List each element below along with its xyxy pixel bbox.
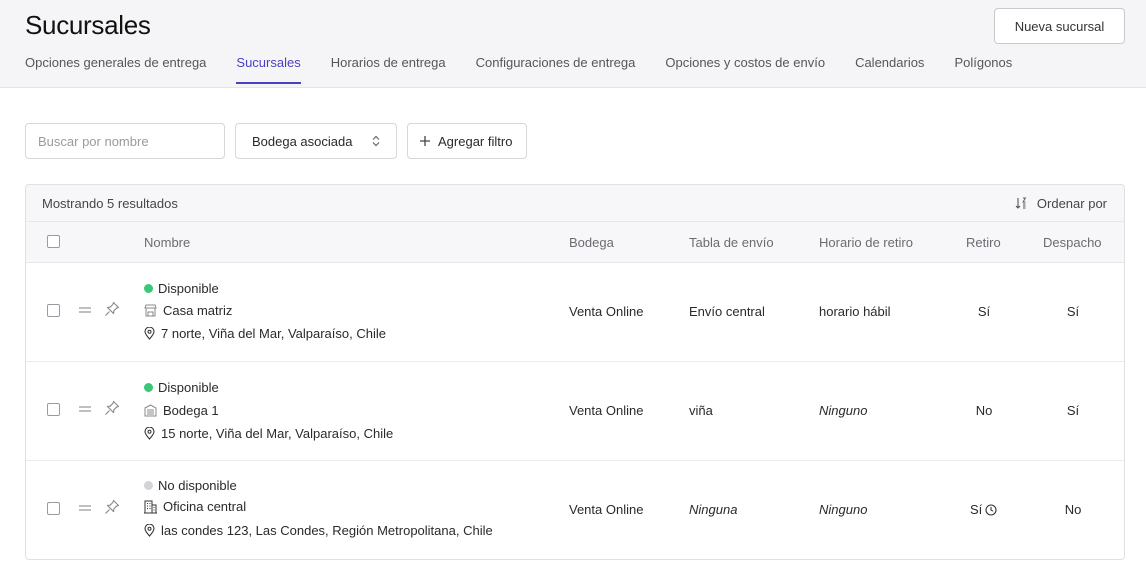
branch-address: 7 norte, Viña del Mar, Valparaíso, Chile xyxy=(144,326,386,341)
pickup-cell: Sí xyxy=(977,304,991,319)
tab-general-delivery-options[interactable]: Opciones generales de entrega xyxy=(25,55,206,84)
pickup-cell: No xyxy=(975,403,993,418)
table-row[interactable]: Disponible Bodega 1 15 norte, Viña del M… xyxy=(26,362,1124,461)
tab-shipping-options-costs[interactable]: Opciones y costos de envío xyxy=(665,55,825,84)
table-row[interactable]: Disponible Casa matriz 7 norte, Viña del… xyxy=(26,263,1124,362)
status-dot xyxy=(144,284,153,293)
results-bar: Mostrando 5 resultados Ordenar por xyxy=(26,185,1124,222)
pickup-cell-text: Sí xyxy=(970,502,983,517)
pin-icon[interactable] xyxy=(104,400,120,416)
branch-name: Bodega 1 xyxy=(144,403,219,418)
location-pin-icon xyxy=(144,427,155,440)
warehouse-icon xyxy=(144,404,157,417)
office-building-icon xyxy=(144,500,157,513)
warehouse-cell: Venta Online xyxy=(569,403,644,418)
branches-table: Mostrando 5 resultados Ordenar por Nombr… xyxy=(25,184,1125,560)
dispatch-cell: No xyxy=(1064,502,1082,517)
column-dispatch: Despacho xyxy=(1043,235,1102,250)
store-icon xyxy=(144,304,157,317)
column-pickup: Retiro xyxy=(966,235,1001,250)
tab-branches[interactable]: Sucursales xyxy=(236,55,302,84)
results-count: Mostrando 5 resultados xyxy=(42,195,178,211)
pin-icon[interactable] xyxy=(104,301,120,317)
column-name: Nombre xyxy=(144,235,191,250)
status-dot xyxy=(144,481,153,490)
status-text: Disponible xyxy=(158,281,219,296)
status-text: No disponible xyxy=(158,478,237,493)
pickup-schedule-cell: Ninguno xyxy=(819,502,868,517)
pickup-schedule-cell: horario hábil xyxy=(819,304,891,319)
drag-handle-icon[interactable] xyxy=(78,306,92,314)
branch-address-text: las condes 123, Las Condes, Región Metro… xyxy=(161,523,493,538)
pin-icon[interactable] xyxy=(104,499,120,515)
branch-address: 15 norte, Viña del Mar, Valparaíso, Chil… xyxy=(144,426,393,441)
branch-name-text: Casa matriz xyxy=(163,303,233,318)
pickup-schedule-cell: Ninguno xyxy=(819,403,868,418)
chevron-up-down-icon xyxy=(372,135,380,147)
add-filter-button[interactable]: Agregar filtro xyxy=(407,123,528,159)
branch-name: Casa matriz xyxy=(144,303,232,318)
row-checkbox[interactable] xyxy=(47,502,60,515)
branch-name: Oficina central xyxy=(144,499,246,514)
branch-name-text: Bodega 1 xyxy=(163,403,219,418)
status-text: Disponible xyxy=(158,380,219,395)
dispatch-cell: Sí xyxy=(1066,304,1080,319)
status-badge: No disponible xyxy=(144,478,237,493)
shipping-table-cell: viña xyxy=(689,403,713,418)
warehouse-cell: Venta Online xyxy=(569,304,644,319)
select-all-checkbox[interactable] xyxy=(47,235,60,248)
drag-handle-icon[interactable] xyxy=(78,504,92,512)
warehouse-cell: Venta Online xyxy=(569,502,644,517)
sort-label: Ordenar por xyxy=(1036,195,1107,211)
table-header: Nombre Bodega Tabla de envío Horario de … xyxy=(26,222,1124,263)
table-row[interactable]: No disponible Oficina central las condes… xyxy=(26,461,1124,559)
filter-bar: Bodega asociada Agregar filtro xyxy=(25,123,528,159)
tab-delivery-schedules[interactable]: Horarios de entrega xyxy=(331,55,446,84)
branch-address-text: 15 norte, Viña del Mar, Valparaíso, Chil… xyxy=(161,426,394,441)
shipping-table-cell: Ninguna xyxy=(689,502,738,517)
row-checkbox[interactable] xyxy=(47,403,60,416)
column-warehouse: Bodega xyxy=(569,235,614,250)
location-pin-icon xyxy=(144,524,155,537)
sort-icon xyxy=(1015,197,1027,209)
page-title: Sucursales xyxy=(25,10,151,40)
column-pickup-schedule: Horario de retiro xyxy=(819,235,913,250)
add-filter-label: Agregar filtro xyxy=(438,133,513,149)
dispatch-cell: Sí xyxy=(1066,403,1080,418)
status-dot xyxy=(144,383,153,392)
tab-calendars[interactable]: Calendarios xyxy=(855,55,924,84)
warehouse-select[interactable]: Bodega asociada xyxy=(235,123,397,159)
column-shipping-table: Tabla de envío xyxy=(689,235,774,250)
tab-polygons[interactable]: Polígonos xyxy=(954,55,1012,84)
pickup-cell: Sí xyxy=(970,502,997,517)
row-checkbox[interactable] xyxy=(47,304,60,317)
plus-icon xyxy=(420,136,430,146)
status-badge: Disponible xyxy=(144,281,219,296)
branch-address-text: 7 norte, Viña del Mar, Valparaíso, Chile xyxy=(161,326,386,341)
clock-icon[interactable] xyxy=(985,503,997,516)
tab-bar: Opciones generales de entrega Sucursales… xyxy=(25,55,1012,84)
page-header: Sucursales Nueva sucursal Opciones gener… xyxy=(0,0,1146,88)
status-badge: Disponible xyxy=(144,380,219,395)
drag-handle-icon[interactable] xyxy=(78,405,92,413)
branch-address: las condes 123, Las Condes, Región Metro… xyxy=(144,523,493,538)
tab-delivery-configurations[interactable]: Configuraciones de entrega xyxy=(476,55,636,84)
sort-button[interactable]: Ordenar por xyxy=(1015,196,1107,211)
new-branch-button[interactable]: Nueva sucursal xyxy=(994,8,1125,44)
warehouse-select-label: Bodega asociada xyxy=(252,133,353,149)
branch-name-text: Oficina central xyxy=(163,499,247,514)
search-input[interactable] xyxy=(25,123,225,159)
location-pin-icon xyxy=(144,327,155,340)
shipping-table-cell: Envío central xyxy=(689,304,765,319)
